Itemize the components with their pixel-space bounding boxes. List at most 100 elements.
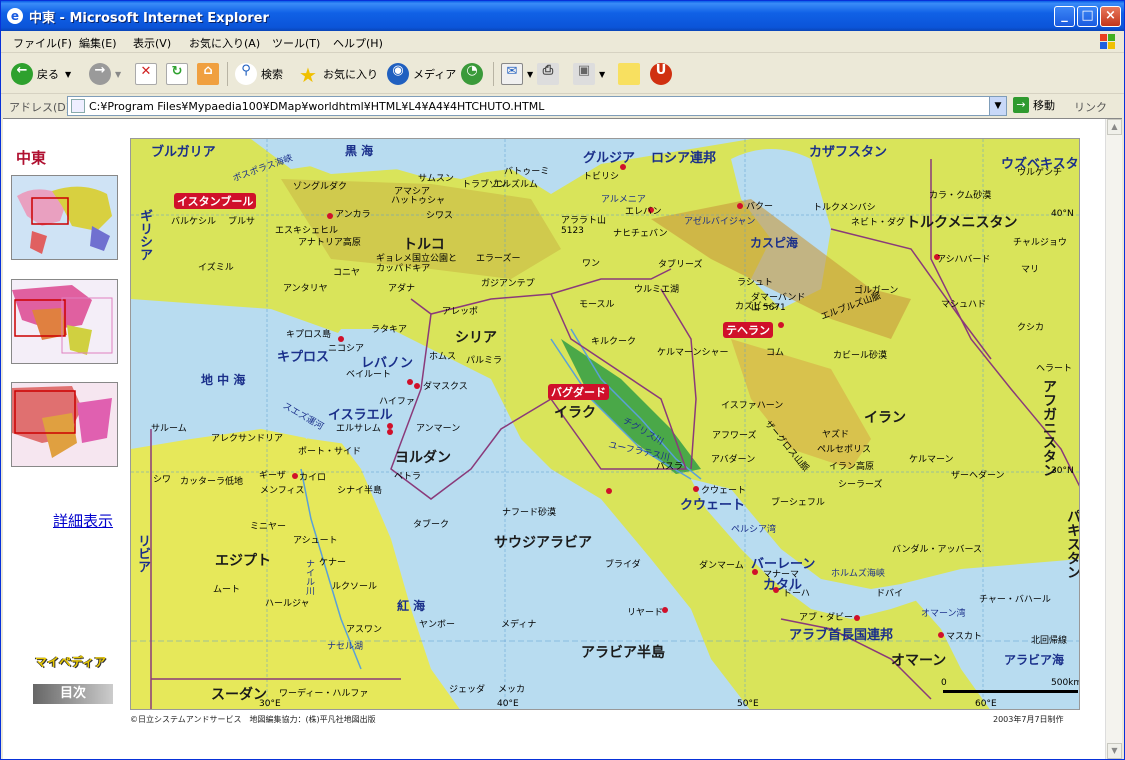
separator [227,62,228,86]
city-label: イズミル [198,263,234,273]
address-dropdown-icon[interactable]: ▼ [989,97,1006,115]
mail-button[interactable]: ✉ ▼ [501,62,533,86]
menu-edit[interactable]: 編集(E) [79,35,117,51]
media-label: メディア [413,68,457,81]
country-label: イラク [554,405,596,421]
sea-label: 紅 海 [397,599,426,613]
city-label: アレッポ [442,307,479,317]
menu-view[interactable]: 表示(V) [133,35,171,51]
page-icon [71,99,85,113]
sea-label: カスピ海 [750,236,799,250]
search-button[interactable]: ⚲ 検索 [235,62,283,86]
middle-east-thumbnail[interactable] [11,382,118,467]
menu-file[interactable]: ファイル(F) [13,35,72,51]
feature-label: カッターラ低地 [180,477,244,487]
scroll-up-icon[interactable]: ▲ [1107,119,1122,135]
menu-bar: ファイル(F) 編集(E) 表示(V) お気に入り(A) ツール(T) ヘルプ(… [1,31,1124,53]
city-label: ブーシェフル [771,498,825,508]
scroll-down-icon[interactable]: ▼ [1107,743,1122,759]
country-label: アラブ首長国連邦 [789,628,894,643]
city-label: ギーザ [259,471,286,481]
links-button[interactable]: リンク [1074,99,1107,115]
close-button[interactable]: × [1100,6,1121,27]
city-label: チャルジョウ [1013,238,1067,248]
stop-button[interactable]: ✕ [135,62,161,86]
discuss-button[interactable] [618,62,644,86]
capital-label: イスタンブール [174,193,257,209]
print-button[interactable]: ⎙ [537,62,563,86]
city-label: ベイルート [346,370,392,380]
feature-label: ワーディー・ハルファ [279,689,369,699]
city-label: ナヒチェバン [613,229,668,239]
feature-label: シナイ半島 [337,486,383,496]
history-button[interactable]: ◔ [461,62,487,86]
detail-view-link[interactable]: 詳細表示 [53,510,113,531]
address-input[interactable]: C:¥Program Files¥Mypaedia100¥DMap¥worldh… [67,96,1007,116]
city-label: ケルマーン [909,455,954,465]
maximize-button[interactable]: □ [1077,6,1098,27]
edit-button[interactable]: ▣ ▼ [573,62,605,86]
home-button[interactable]: ⌂ [197,62,223,86]
city-label: ザーヘダーン [951,471,1005,481]
feature-label: メンフィス [260,486,305,496]
note-icon [618,63,640,85]
city-label: ラシュト [737,278,773,288]
copyright-caption: ©日立システムアンドサービス 地図編集協力：(株)平凡社地図出版 [130,715,376,724]
go-button[interactable]: → 移動 [1013,97,1055,113]
city-label: コム [766,348,785,358]
forward-button[interactable]: → ▼ [89,62,121,86]
vertical-scrollbar[interactable]: ▲ ▼ [1105,119,1122,759]
minimize-button[interactable]: _ [1054,6,1075,27]
city-label: アフワーズ [712,431,757,441]
toc-button[interactable]: 目次 [33,684,113,704]
city-label: ムート [213,585,241,595]
back-button[interactable]: ← 戻る ▼ [11,62,71,86]
city-label: エルサレム [336,424,381,434]
separator [493,62,494,86]
city-label: ハールジャ [265,599,310,609]
city-label: シーラーズ [838,480,883,490]
menu-help[interactable]: ヘルプ(H) [333,35,383,51]
city-label: アンカラ [335,210,371,220]
city-label: キプロス島 [286,330,332,340]
stop-icon: ✕ [135,63,157,85]
messenger-button[interactable]: U [650,62,676,86]
home-icon: ⌂ [197,63,219,85]
feature-label: アララト山 5123 [561,216,607,236]
favorites-label: お気に入り [323,68,378,81]
menu-favorites[interactable]: お気に入り(A) [189,35,260,51]
city-label: タブリーズ [658,260,703,270]
sea-label: アラビア海 [1004,653,1065,667]
asia-thumbnail[interactable] [11,279,118,364]
refresh-button[interactable]: ↻ [166,62,192,86]
city-label: ウルゲンチ [1017,168,1063,178]
city-label: ワン [582,259,601,269]
latitude-label: 40°N [1051,209,1074,219]
favorites-button[interactable]: ★ お気に入り [297,62,378,87]
city-label: エルズルム [493,180,538,190]
feature-label: サルーム [151,424,187,434]
city-label: アンマーン [416,424,461,434]
world-thumbnail[interactable] [11,175,118,260]
city-label: ダンマーム [699,561,744,571]
country-label: パキスタン [1065,509,1080,579]
city-label: カイロ [299,473,327,483]
city-label: ウルミエ湖 [634,285,680,295]
browser-window: e 中東 - Microsoft Internet Explorer _ □ ×… [0,0,1125,760]
city-label: ジェッダ [449,685,486,695]
city-label: クシカ [1017,323,1045,333]
city-label: ヘラート [1036,364,1073,374]
country-label: シリア [455,330,497,346]
feature-label: ナフード砂漠 [502,508,557,518]
longitude-label: 30°E [259,699,281,709]
feature-label: ギョレメ国立公園とカッパドキア [376,254,458,274]
city-label: マシュハド [941,300,987,310]
star-icon: ★ [299,63,317,87]
menu-tools[interactable]: ツール(T) [272,35,320,51]
media-button[interactable]: ◉ メディア [387,62,456,86]
city-label: バンダル・アッバース [892,545,983,555]
feature-label: ナセル湖 [327,642,364,652]
country-label: イラン [864,410,906,426]
feature-label: ペルセポリス [817,445,872,455]
city-label: マスカト [946,632,983,642]
